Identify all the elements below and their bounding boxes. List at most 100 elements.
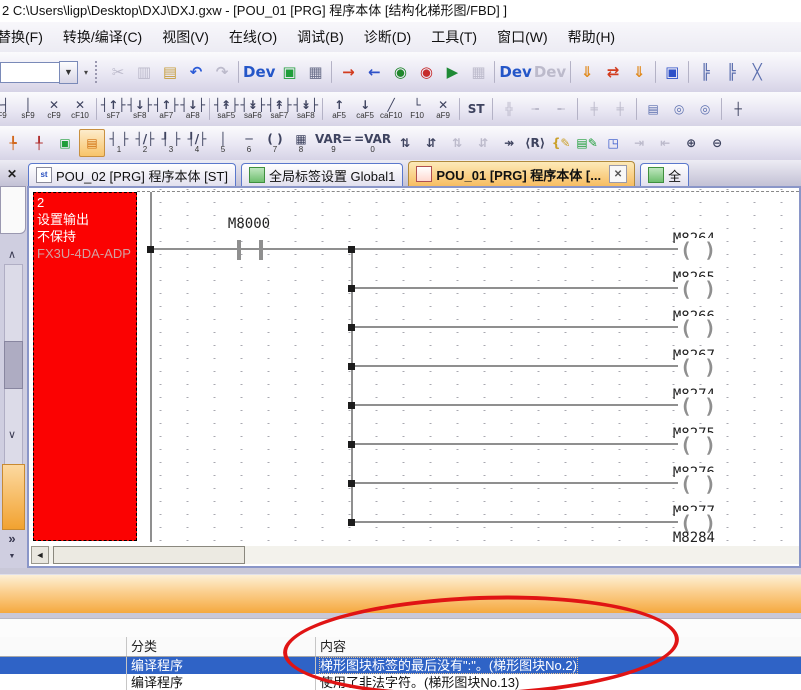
verify-with-plc-icon[interactable]: ▶ [440, 59, 464, 85]
output-error-row[interactable]: 编译程序 梯形图块标签的最后没有":"。(梯形图块No.2) [0, 657, 801, 674]
monitor-read-icon[interactable]: ◉ [414, 59, 438, 85]
structured-tool-icon-3[interactable]: ╳ [745, 59, 769, 85]
edit-comment-icon[interactable]: ▤✎ [575, 130, 599, 156]
output-error-row[interactable]: 编译程序 使用了非法字符。(梯形图块No.13) [0, 674, 801, 690]
dock-scroll-up-button[interactable]: ∧ [2, 246, 22, 262]
toolbar-icon[interactable] [322, 98, 323, 120]
menu-item[interactable]: 转换/编译(C) [53, 24, 152, 50]
st-edit-mode-icon[interactable]: ▣ [53, 130, 77, 156]
note-display-icon[interactable]: ⇓ [627, 59, 651, 85]
output-list-icon[interactable]: ⇵ [419, 130, 443, 156]
falling-pulse-icon[interactable]: ┤↓├sF8 [128, 96, 153, 122]
rising-close-branch-icon[interactable]: ┤↟├saF7 [267, 96, 292, 122]
closed-contact-icon[interactable]: ┤/├2 [133, 130, 157, 156]
toolbar-icon[interactable] [238, 61, 239, 83]
ladder-edit-mode-icon[interactable]: ▤ [79, 129, 105, 157]
cut-icon[interactable]: ✂ [106, 59, 130, 85]
open-contact-icon[interactable]: ┤ ├1 [107, 130, 131, 156]
structured-tool-icon-2[interactable]: ╠ [719, 59, 743, 85]
structured-tool-icon-1[interactable]: ╠ [693, 59, 717, 85]
output-variable-icon[interactable]: =VAR0 [354, 130, 391, 156]
toolbar-icon[interactable] [636, 98, 637, 120]
device-comment-icon[interactable]: Dev [243, 59, 275, 85]
new-ladder-block-icon[interactable]: ╄ [1, 130, 25, 156]
horizontal-line-input-icon[interactable]: ─┤F9 [0, 96, 14, 122]
plc-data-icon[interactable]: ▦ [466, 59, 490, 85]
device-batch-icon[interactable]: ▦ [303, 59, 327, 85]
outdent-icon[interactable]: ⇤ [653, 130, 677, 156]
tab-close-icon[interactable]: ✕ [609, 165, 627, 183]
rising-pulse-branch-icon[interactable]: ┤↑├aF7 [154, 96, 179, 122]
menu-item[interactable]: 替换(F) [0, 24, 53, 50]
remote-operation-icon[interactable]: ▣ [660, 59, 684, 85]
inline-st-icon[interactable]: ST [464, 96, 488, 122]
dock-expand-button[interactable]: » [2, 530, 22, 546]
input-variable-icon[interactable]: VAR=9 [315, 130, 352, 156]
edit-guided-icon[interactable]: ◳ [601, 130, 625, 156]
toolbar-icon[interactable] [721, 98, 722, 120]
edit-disabled-icon-3[interactable]: ╾ [549, 96, 573, 122]
vertical-line-icon[interactable]: │5 [211, 130, 235, 156]
coil-tool-icon[interactable]: ( )7 [263, 130, 287, 156]
device-display-icon[interactable]: Dev [499, 59, 531, 85]
monitor-mode-icon[interactable]: ▣ [277, 59, 301, 85]
input-list-disabled-icon[interactable]: ⇅ [445, 130, 469, 156]
toolbar-icon[interactable] [209, 98, 210, 120]
open-branch-icon[interactable]: ┦ ├3 [159, 130, 183, 156]
line-corner-icon[interactable]: └F10 [405, 96, 429, 122]
statement-display-icon[interactable]: ⇓ [575, 59, 599, 85]
down-arrow-icon[interactable]: ↓caF5 [353, 96, 377, 122]
output-list-disabled-icon[interactable]: ⇵ [471, 130, 495, 156]
menu-item[interactable]: 视图(V) [152, 24, 219, 50]
horizontal-line-delete-icon[interactable]: ✕cF9 [42, 96, 66, 122]
tab-partial[interactable]: 全 [640, 163, 689, 186]
toolbar-icon[interactable] [577, 98, 578, 120]
return-icon[interactable]: ⟨R⟩ [523, 130, 547, 156]
jump-icon[interactable]: ↠ [497, 130, 521, 156]
menu-item[interactable]: 诊断(D) [354, 24, 421, 50]
up-arrow-icon[interactable]: ↑aF5 [327, 96, 351, 122]
vertical-line-input-icon[interactable]: │sF9 [16, 96, 40, 122]
toolbar-overflow-icon[interactable]: ▾ [80, 60, 92, 84]
find-device-icon[interactable]: ◎ [667, 96, 691, 122]
function-block-icon[interactable]: ▦8 [289, 130, 313, 156]
edit-disabled-icon-4[interactable]: ╪ [582, 96, 606, 122]
horizontal-line-icon[interactable]: ─6 [237, 130, 261, 156]
read-from-plc-icon[interactable]: ← [362, 59, 386, 85]
rising-pulse-close-icon[interactable]: ┤↟├saF5 [214, 96, 239, 122]
toolbar-icon[interactable] [492, 98, 493, 120]
indent-icon[interactable]: ⇥ [627, 130, 651, 156]
falling-close-branch-icon[interactable]: ┤↡├saF8 [294, 96, 319, 122]
write-to-plc-icon[interactable]: → [336, 59, 360, 85]
contact-symbol[interactable] [259, 240, 263, 260]
ladder-block-comment[interactable]: 2 设置输出 不保持 FX3U-4DA-ADP [33, 192, 137, 541]
edit-disabled-icon-2[interactable]: ╼ [523, 96, 547, 122]
rising-pulse-icon[interactable]: ┤↑├sF7 [101, 96, 126, 122]
edit-disabled-icon-1[interactable]: ╬ [497, 96, 521, 122]
ladder-canvas[interactable]: M8264 ( ) M8265 ( ) M8266 [137, 188, 799, 545]
menu-item[interactable]: 帮助(H) [558, 24, 625, 50]
tab-global1[interactable]: 全局标签设置 Global1 [241, 163, 403, 186]
tab-pou01[interactable]: POU_01 [PRG] 程序本体 [... ✕ [408, 161, 635, 186]
editor-hscrollbar[interactable]: ◄ [31, 546, 799, 564]
toolbar-icon[interactable] [331, 61, 332, 83]
tab-area-close-icon[interactable]: ✕ [4, 166, 20, 182]
dock-scrollbar-thumb[interactable] [4, 341, 23, 389]
zoom-out-icon[interactable]: ⊖ [705, 130, 729, 156]
menu-item[interactable]: 窗口(W) [487, 24, 558, 50]
redo-icon[interactable]: ↷ [210, 59, 234, 85]
zoom-in-icon[interactable]: ⊕ [679, 130, 703, 156]
vertical-line-delete-icon[interactable]: ✕cF10 [68, 96, 92, 122]
find-instruction-icon[interactable]: ◎ [693, 96, 717, 122]
paste-icon[interactable]: ▤ [158, 59, 182, 85]
toolbar-icon[interactable] [96, 98, 97, 120]
toolbar-combobox[interactable]: ▼ [0, 61, 78, 84]
scroll-left-button[interactable]: ◄ [31, 546, 49, 564]
undo-icon[interactable]: ↶ [184, 59, 208, 85]
device-display-off-icon[interactable]: Dev [534, 59, 566, 85]
delete-line-icon[interactable]: ✕aF9 [431, 96, 455, 122]
insert-ladder-block-icon[interactable]: ╀ [27, 130, 51, 156]
hscrollbar-thumb[interactable] [53, 546, 245, 564]
statement-jump-icon[interactable]: ⇄ [601, 59, 625, 85]
invert-result-icon[interactable]: ╱caF10 [379, 96, 403, 122]
